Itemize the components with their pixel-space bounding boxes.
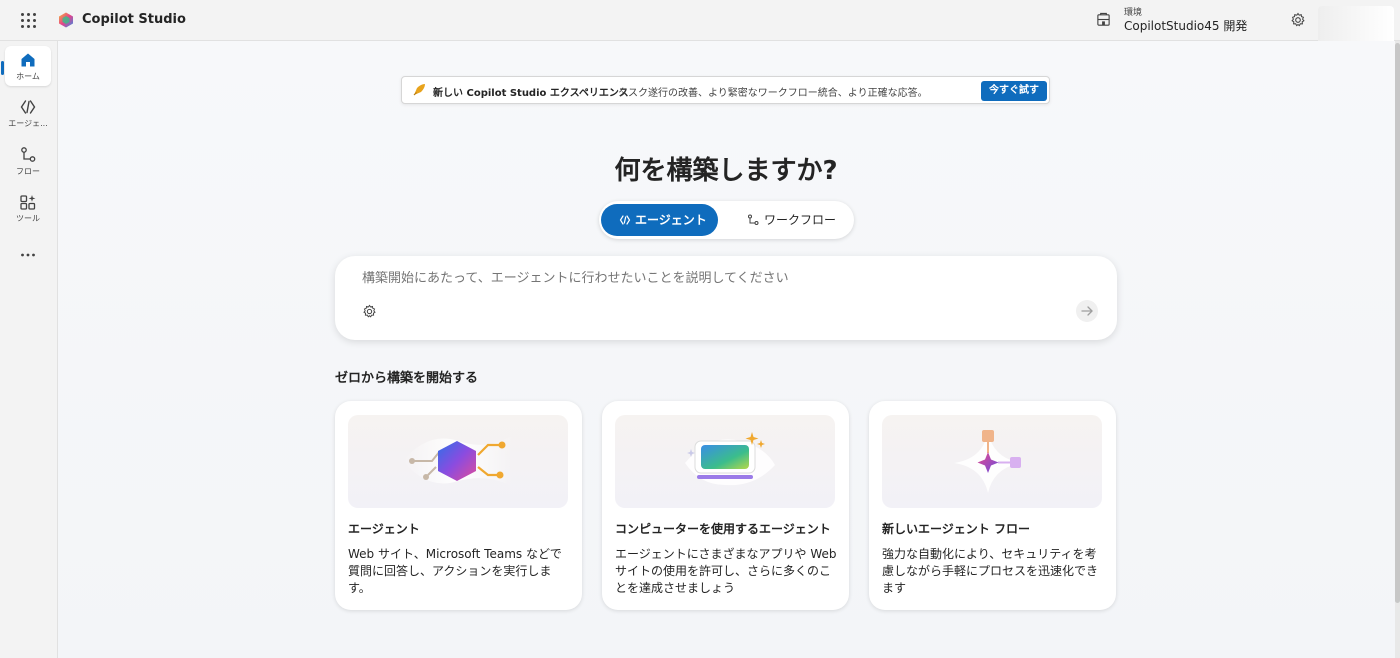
nav-item-label: ホーム [16, 72, 40, 81]
card-title: 新しいエージェント フロー [882, 522, 1030, 536]
card-new-agent-flow[interactable]: 新しいエージェント フロー 強力な自動化により、セキュリティを考慮しながら手軽に… [869, 401, 1116, 610]
sparkle-flow-icon [954, 430, 1022, 493]
card-agent[interactable]: エージェント Web サイト、Microsoft Teams などで質問に回答し… [335, 401, 582, 610]
section-title: ゼロから構築を開始する [335, 371, 479, 386]
hexagon-agent-icon [403, 435, 513, 487]
nav-item-label: ツール [16, 214, 40, 223]
page-heading: 何を構築しますか? [614, 156, 838, 186]
computer-window-icon [685, 432, 775, 486]
more-icon[interactable] [19, 246, 37, 264]
active-nav-indicator [1, 61, 4, 75]
top-bar: Copilot Studio 環境 CopilotStudio45 開発 [0, 0, 1400, 46]
computer-use-illustration [615, 415, 835, 508]
agent-description-input[interactable] [362, 271, 1062, 286]
toggle-workflow-label: ワークフロー [764, 213, 837, 227]
card-description: Web サイト、Microsoft Teams などで質問に回答し、アクションを… [348, 547, 562, 595]
rocket-icon [413, 84, 425, 96]
toggle-agent-option[interactable]: エージェント [601, 204, 718, 236]
scrollbar-thumb[interactable] [1395, 43, 1400, 603]
agent-illustration [348, 415, 568, 508]
toggle-workflow-option[interactable]: ワークフロー [739, 204, 843, 236]
account-avatar[interactable] [1318, 6, 1394, 46]
app-launcher-icon[interactable] [20, 12, 36, 28]
settings-gear-icon[interactable] [1290, 12, 1306, 28]
left-navigation-rail: ホーム エージェ... フロー ツール [0, 41, 58, 658]
settings-gear-icon[interactable] [362, 304, 377, 319]
nav-item-agents[interactable]: エージェ... [5, 93, 51, 133]
toggle-agent-label: エージェント [635, 213, 707, 227]
card-computer-use-agent[interactable]: コンピューターを使用するエージェント エージェントにさまざまなアプリや Web … [602, 401, 849, 610]
home-icon [21, 53, 35, 67]
app-title[interactable]: Copilot Studio [82, 12, 186, 27]
try-now-button[interactable]: 今すぐ試す [981, 81, 1047, 101]
card-title: コンピューターを使用するエージェント [615, 522, 831, 536]
flow-icon [748, 214, 759, 225]
agent-flow-illustration [882, 415, 1102, 508]
agent-description-box [335, 256, 1117, 340]
nav-item-tools[interactable]: ツール [5, 188, 51, 228]
banner-title: 新しい Copilot Studio エクスペリエンス [433, 88, 629, 99]
banner-description: タスク遂行の改善、より緊密なワークフロー統合、より正確な応答。 [618, 88, 928, 99]
send-button[interactable] [1076, 300, 1098, 322]
card-title: エージェント [348, 522, 420, 536]
vertical-scrollbar[interactable] [1395, 41, 1400, 658]
agent-icon [20, 100, 36, 114]
card-description: エージェントにさまざまなアプリや Web サイトの使用を許可し、さらに多くのこと… [615, 547, 837, 595]
card-description: 強力な自動化により、セキュリティを考慮しながら手軽にプロセスを迅速化できます [882, 547, 1099, 595]
environment-name[interactable]: CopilotStudio45 開発 [1124, 17, 1247, 34]
arrow-right-icon [1081, 306, 1093, 316]
nav-item-label: エージェ... [8, 119, 48, 128]
copilot-studio-logo-icon [59, 12, 73, 28]
environment-icon[interactable] [1096, 12, 1111, 27]
new-experience-banner: 新しい Copilot Studio エクスペリエンス タスク遂行の改善、より緊… [401, 76, 1050, 104]
nav-item-home[interactable]: ホーム [5, 46, 51, 86]
tools-icon [20, 195, 36, 210]
agent-icon [619, 215, 631, 225]
mode-toggle: エージェント ワークフロー [599, 201, 854, 239]
